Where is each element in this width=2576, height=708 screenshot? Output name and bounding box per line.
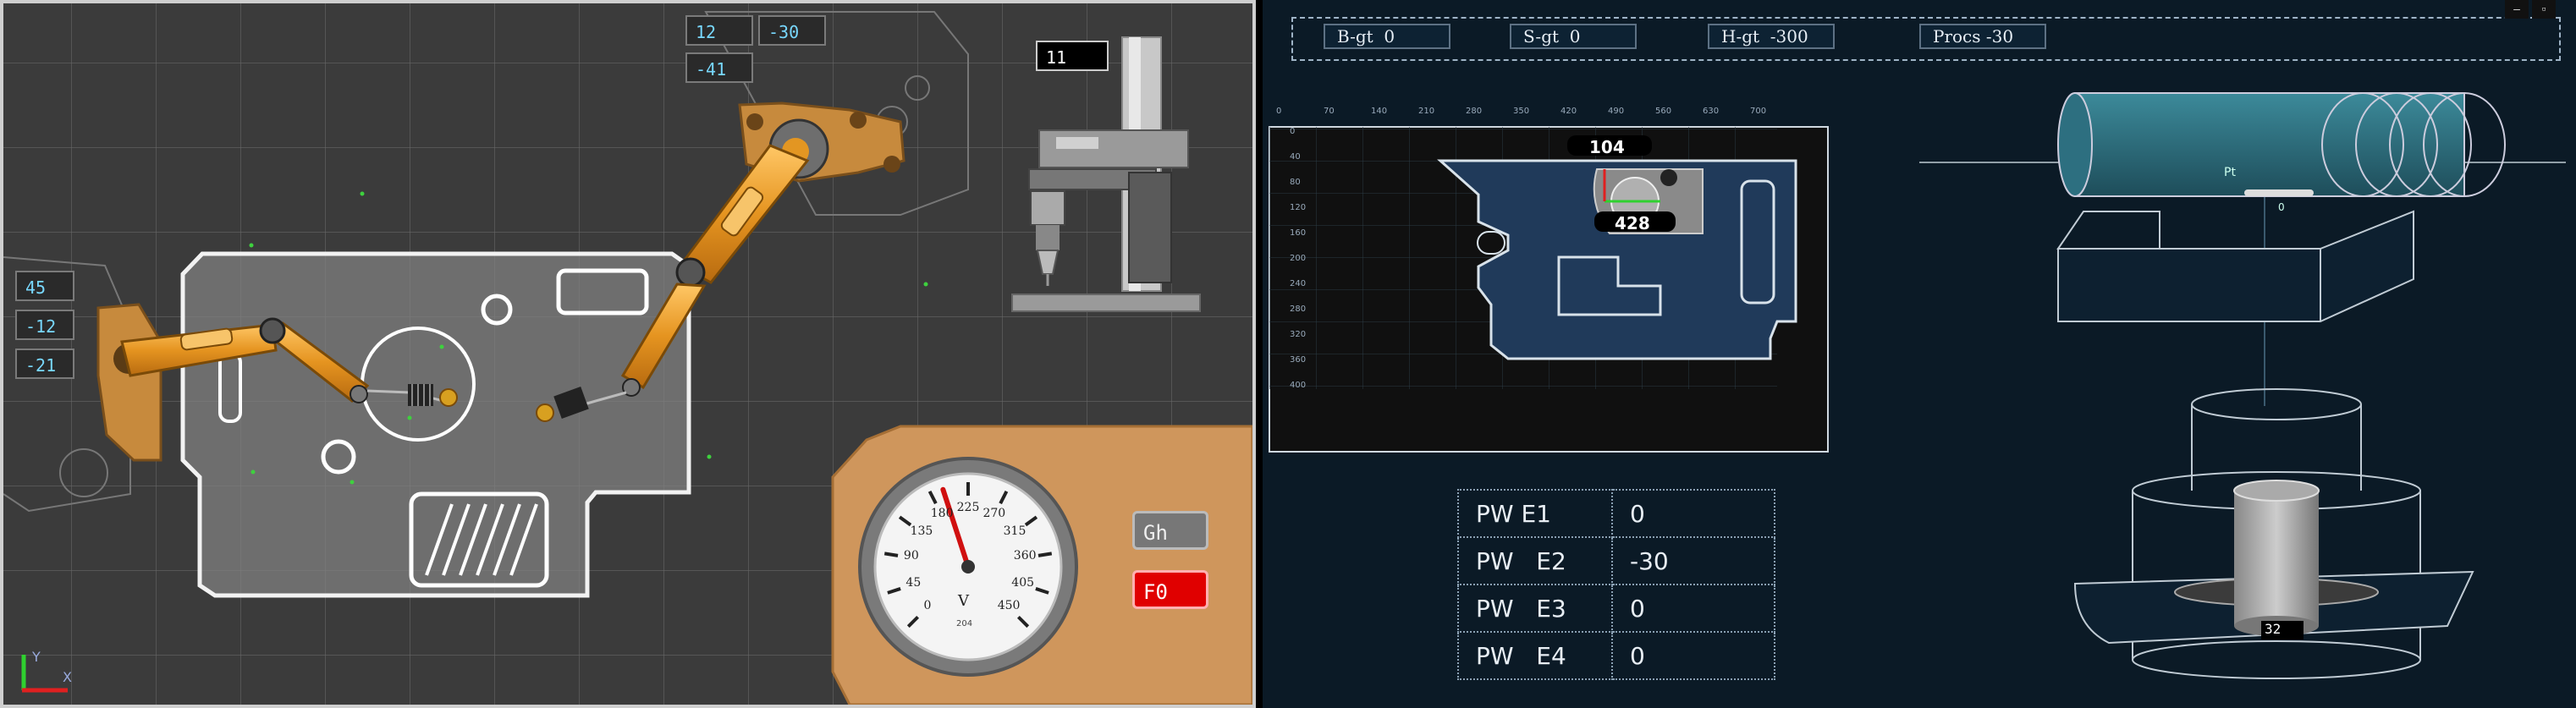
table-row: PW E3 0 [1457, 584, 1775, 633]
gauge-unit: V [958, 592, 969, 610]
left-mount-bracket [96, 303, 162, 462]
iso-counter: 32 [2265, 621, 2282, 637]
iso-label-zero: 0 [2278, 201, 2285, 213]
pw-key: PW E3 [1457, 584, 1613, 633]
left-scene: Y X [3, 3, 1252, 705]
map-x-tick-label: 0 [1276, 107, 1282, 116]
gh-button[interactable]: Gh [1132, 511, 1208, 550]
map-x-tick-label: 140 [1371, 107, 1388, 116]
marker-top-label: 104 [1589, 137, 1625, 157]
gauge-reading: 204 [956, 619, 973, 628]
map-y-tick-label: 400 [1290, 381, 1307, 390]
table-row: PW E4 0 [1457, 631, 1775, 680]
axis-x-label: X [63, 669, 72, 685]
gauge-tick-label: 315 [1003, 524, 1027, 539]
map-x-tick-label: 420 [1560, 107, 1577, 116]
gauge-tick-label: 0 [923, 599, 932, 613]
pw-value: -30 [1611, 536, 1775, 585]
iso-cylinder [2057, 92, 2506, 197]
map-x-tick-label: 560 [1655, 107, 1672, 116]
map-y-tick-label: 0 [1290, 127, 1296, 136]
gauge-tick-label: 90 [903, 549, 919, 563]
gauge-tick-label: 360 [1013, 549, 1037, 563]
gauge-tick-label: 270 [983, 507, 1006, 521]
map-y-tick-label: 360 [1290, 355, 1307, 365]
readout-left-a: 45 [15, 271, 74, 301]
map-x-tick-label: 700 [1750, 107, 1767, 116]
pw-value: 0 [1611, 584, 1775, 633]
map-y-tick-label: 320 [1290, 330, 1307, 339]
gauge-tick-label: 135 [910, 524, 933, 539]
readout-left-c: -21 [15, 349, 74, 379]
map-x-tick-label: 280 [1466, 107, 1483, 116]
f0-button[interactable]: F0 [1132, 570, 1208, 609]
map-y-tick-label: 40 [1290, 152, 1301, 162]
gauge-tick-label: 450 [997, 599, 1021, 613]
pw-key: PW E4 [1457, 631, 1613, 680]
axis-y-label: Y [31, 649, 41, 665]
map-x-tick-label: 490 [1608, 107, 1625, 116]
readout-left-b: -12 [15, 310, 74, 340]
map-x-tick-label: 210 [1418, 107, 1435, 116]
map-y-tick-label: 120 [1290, 203, 1307, 212]
readout-top-c: -41 [685, 52, 753, 83]
readout-top-a: 12 [685, 15, 753, 46]
pw-value: 0 [1611, 631, 1775, 680]
pw-key: PW E1 [1457, 489, 1613, 538]
pw-table: PW E1 0 PW E2 -30 PW E3 0 PW E4 0 [1457, 489, 1775, 680]
gauge-tick-label: 405 [1011, 576, 1035, 590]
marker-bottom-label: 428 [1615, 213, 1650, 233]
pw-value: 0 [1611, 489, 1775, 538]
map-y-tick-label: 160 [1290, 228, 1307, 238]
table-row: PW E2 -30 [1457, 536, 1775, 585]
map-y-tick-label: 240 [1290, 279, 1307, 288]
map-y-tick-label: 80 [1290, 178, 1301, 187]
counter-readout: 11 [1036, 41, 1109, 71]
left-viewport: Y X 12 -30 -41 45 -12 -21 11 0 45 90 135 180… [0, 0, 1256, 708]
map-y-tick-label: 200 [1290, 254, 1307, 263]
map-x-tick-label: 350 [1513, 107, 1530, 116]
gauge-tick-label: 45 [905, 576, 922, 590]
map-y-tick-label: 280 [1290, 305, 1307, 314]
iso-label-pt: Pt [2224, 166, 2236, 179]
readout-top-b: -30 [758, 15, 826, 46]
pw-key: PW E2 [1457, 536, 1613, 585]
map-x-tick-label: 630 [1703, 107, 1720, 116]
iso-block [2056, 210, 2414, 322]
map-x-tick-label: 70 [1324, 107, 1335, 116]
table-row: PW E1 0 [1457, 489, 1775, 538]
